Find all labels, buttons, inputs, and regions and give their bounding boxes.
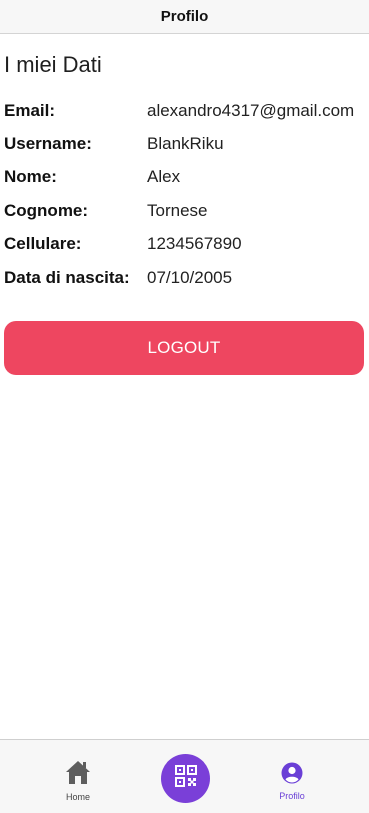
user-circle-icon [281, 762, 303, 789]
tab-profilo-label: Profilo [279, 791, 305, 801]
info-row-data-nascita: Data di nascita: 07/10/2005 [4, 261, 365, 294]
home-icon [65, 760, 91, 790]
info-row-cellulare: Cellulare: 1234567890 [4, 228, 365, 261]
cellulare-value: 1234567890 [147, 234, 242, 254]
cognome-value: Tornese [147, 200, 208, 220]
qr-code-icon [174, 765, 197, 792]
logout-button[interactable]: LOGOUT [4, 321, 364, 375]
info-row-nome: Nome: Alex [4, 161, 365, 194]
data-nascita-label: Data di nascita: [4, 267, 130, 287]
cognome-label: Cognome: [4, 200, 89, 220]
cellulare-label: Cellulare: [4, 234, 82, 254]
page-title: Profilo [160, 8, 209, 25]
qr-scan-button[interactable] [161, 754, 210, 803]
section-title: I miei Dati [4, 52, 102, 77]
tab-home-label: Home [65, 792, 90, 802]
profile-info-list: Email: alexandro4317@gmail.com Username:… [4, 94, 365, 294]
username-label: Username: [4, 134, 92, 154]
bottom-tab-bar: Home Profilo [0, 739, 369, 813]
nome-value: Alex [147, 167, 181, 187]
nome-label: Nome: [4, 167, 57, 187]
email-value: alexandro4317@gmail.com [147, 100, 355, 120]
data-nascita-value: 07/10/2005 [147, 267, 233, 287]
username-value: BlankRiku [147, 134, 224, 154]
info-row-cognome: Cognome: Tornese [4, 194, 365, 227]
tab-profilo[interactable]: Profilo [252, 762, 332, 801]
email-label: Email: [4, 100, 56, 120]
tab-home[interactable]: Home [38, 760, 118, 802]
info-row-username: Username: BlankRiku [4, 127, 365, 160]
top-app-bar: Profilo [0, 0, 369, 34]
info-row-email: Email: alexandro4317@gmail.com [4, 94, 365, 127]
